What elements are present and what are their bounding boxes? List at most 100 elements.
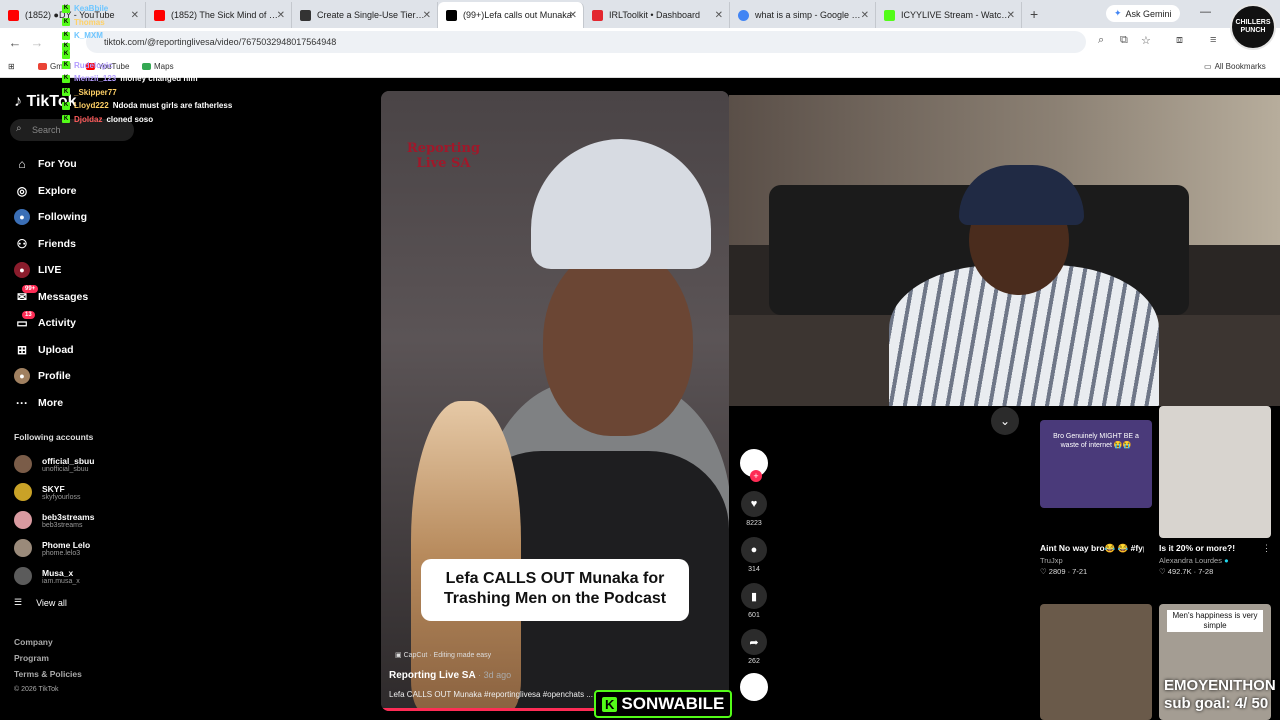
view-all-link[interactable]: ☰ View all: [14, 597, 67, 608]
recommended-video-card[interactable]: Is it 20% or more?! Alexandra Lourdes ● …: [1159, 406, 1271, 576]
following-account-item[interactable]: beb3streams beb3streams: [14, 506, 94, 534]
more-options-icon[interactable]: ⋮: [1262, 543, 1271, 554]
chat-message: K: [62, 42, 322, 51]
tab-title: ICYYLIVE Stream - Watch Li: [901, 10, 1011, 20]
all-bookmarks-button[interactable]: ▭ All Bookmarks: [1204, 62, 1266, 71]
close-icon[interactable]: ✕: [1007, 10, 1015, 21]
close-icon[interactable]: ✕: [423, 10, 431, 21]
follow-plus-icon[interactable]: +: [750, 470, 762, 482]
zoom-icon[interactable]: ⌕: [1098, 34, 1104, 47]
nav-label: Upload: [38, 343, 74, 356]
minimize-icon[interactable]: —: [1200, 6, 1211, 18]
nav-label: More: [38, 396, 64, 409]
youtube-favicon-icon: [8, 9, 19, 21]
footer-links: Company Program Terms & Policies © 2026 …: [14, 634, 82, 698]
nav-item-friends[interactable]: ⚇ Friends: [14, 231, 154, 258]
recommended-video-card[interactable]: [1040, 604, 1152, 720]
new-tab-icon[interactable]: +: [1030, 6, 1038, 22]
nav-item-activity[interactable]: ▭ 13 Activity: [14, 310, 154, 337]
media-icon[interactable]: ≡: [1210, 34, 1216, 46]
browser-tab[interactable]: what is a simp - Google Sea ✕: [730, 2, 876, 28]
streamer-name-overlay: K SONWABILE: [594, 690, 733, 718]
recommended-title[interactable]: Is it 20% or more?!: [1159, 542, 1263, 554]
share-icon[interactable]: ➦: [741, 629, 767, 655]
recommended-video-card[interactable]: Bro Genuinely MIGHT BE a waste of intern…: [1040, 420, 1152, 576]
nav-label: Messages: [38, 290, 89, 303]
nav-item-more[interactable]: ··· More: [14, 390, 154, 417]
comment-action[interactable]: ● 314: [738, 537, 770, 573]
sub-goal-overlay: EMOYENITHON sub goal: 4/ 50: [1164, 677, 1276, 713]
heart-icon[interactable]: ♥: [741, 491, 767, 517]
back-icon[interactable]: ←: [4, 35, 26, 50]
footer-program-link[interactable]: Program: [14, 650, 82, 666]
kick-badge-icon: K: [62, 115, 70, 124]
save-action[interactable]: ▮ 601: [738, 583, 770, 619]
nav-item-live[interactable]: ● LIVE: [14, 257, 154, 284]
capcut-label: CapCut · Editing made easy: [403, 652, 492, 659]
nav-item-for-you[interactable]: ⌂ For You: [14, 151, 154, 178]
nav-item-explore[interactable]: ◎ Explore: [14, 178, 154, 205]
chat-text: Ndoda must girls are fatherless: [112, 101, 233, 110]
tiktok-note-icon: ♪: [14, 93, 22, 110]
close-icon[interactable]: ✕: [715, 10, 723, 21]
bookmark-star-icon[interactable]: ☆: [1141, 34, 1151, 47]
browser-tab[interactable]: IRLToolkit • Dashboard ✕: [584, 2, 730, 28]
tab-title: (99+)Lefa calls out Munaka: [463, 10, 572, 20]
like-action[interactable]: ♥ 8223: [738, 491, 770, 527]
following-account-item[interactable]: official_sbuu unofficial_sbuu: [14, 450, 94, 478]
video-thumbnail[interactable]: [1159, 406, 1271, 538]
nav-item-profile[interactable]: ● Profile: [14, 363, 154, 390]
recommended-title[interactable]: Aint No way bro😂 😂 #fyp#fortnite#fortnit…: [1040, 542, 1144, 554]
copyright-text: © 2026 TikTok: [14, 686, 59, 693]
creator-avatar[interactable]: +: [740, 449, 768, 482]
thumbnail-text: Bro Genuinely MIGHT BE a waste of intern…: [1053, 433, 1139, 449]
following-account-item[interactable]: Phome Lelo phome.lelo3: [14, 534, 94, 562]
avatar: [14, 567, 32, 585]
apps-icon[interactable]: ⊞: [8, 62, 15, 71]
ask-gemini-button[interactable]: ✦ Ask Gemini: [1106, 5, 1180, 22]
share-count: 262: [748, 658, 760, 665]
recommended-author[interactable]: TruJxp: [1040, 556, 1152, 565]
nav-item-following[interactable]: ● Following: [14, 204, 154, 231]
browser-tab[interactable]: ICYYLIVE Stream - Watch Li ✕: [876, 2, 1022, 28]
video-thumbnail[interactable]: Bro Genuinely MIGHT BE a waste of intern…: [1040, 420, 1152, 508]
chat-message: K Lloyd222 Ndoda must girls are fatherless: [62, 99, 322, 113]
video-thumbnail[interactable]: [1040, 604, 1152, 720]
extensions-icon[interactable]: ⧈: [1176, 34, 1183, 47]
nav-item-upload[interactable]: ⊞ Upload: [14, 337, 154, 364]
friends-icon: ⚇: [16, 236, 28, 251]
chat-text: money changed him: [120, 74, 198, 83]
ask-gemini-label: Ask Gemini: [1125, 8, 1172, 19]
close-icon[interactable]: ✕: [569, 10, 577, 21]
following-accounts-heading: Following accounts: [14, 432, 94, 442]
nav-label: Explore: [38, 184, 77, 197]
chat-message: K K_MXM: [62, 29, 322, 43]
music-disc-avatar[interactable]: [740, 673, 768, 701]
close-icon[interactable]: ✕: [861, 10, 869, 21]
forward-icon[interactable]: →: [26, 35, 48, 50]
list-icon: ☰: [14, 597, 23, 607]
browser-tab-active[interactable]: (99+)Lefa calls out Munaka ✕: [438, 2, 584, 28]
nav-item-messages[interactable]: ✉ 99+ Messages: [14, 284, 154, 311]
chevron-down-icon[interactable]: ⌄: [991, 407, 1019, 435]
footer-terms-link[interactable]: Terms & Policies: [14, 666, 82, 682]
sub-goal-title: EMOYENITHON: [1164, 677, 1276, 694]
thumbnail-text: Men's happiness is very simple: [1167, 610, 1263, 632]
footer-company-link[interactable]: Company: [14, 634, 82, 650]
cast-icon[interactable]: ⧉: [1120, 34, 1128, 47]
video-author[interactable]: Reporting Live SA · 3d ago: [389, 670, 511, 681]
capcut-tag[interactable]: ▣ CapCut · Editing made easy: [395, 651, 491, 659]
comment-icon[interactable]: ●: [741, 537, 767, 563]
recommended-author-row[interactable]: Alexandra Lourdes ●: [1159, 556, 1271, 565]
kick-badge-icon: K: [62, 74, 70, 83]
following-icon: ●: [14, 209, 30, 226]
tab-title: IRLToolkit • Dashboard: [609, 10, 701, 20]
video-player[interactable]: Reporting Live SA Lefa CALLS OUT Munaka …: [381, 91, 729, 711]
share-action[interactable]: ➦ 262: [738, 629, 770, 665]
bookmark-icon[interactable]: ▮: [741, 583, 767, 609]
chat-username: Menzii_123: [74, 74, 117, 83]
kick-badge-icon: K: [62, 18, 70, 27]
following-account-item[interactable]: Musa_x iam.musa_x: [14, 562, 94, 590]
compass-icon: ◎: [16, 183, 28, 198]
following-account-item[interactable]: SKYF skyfyourloss: [14, 478, 94, 506]
